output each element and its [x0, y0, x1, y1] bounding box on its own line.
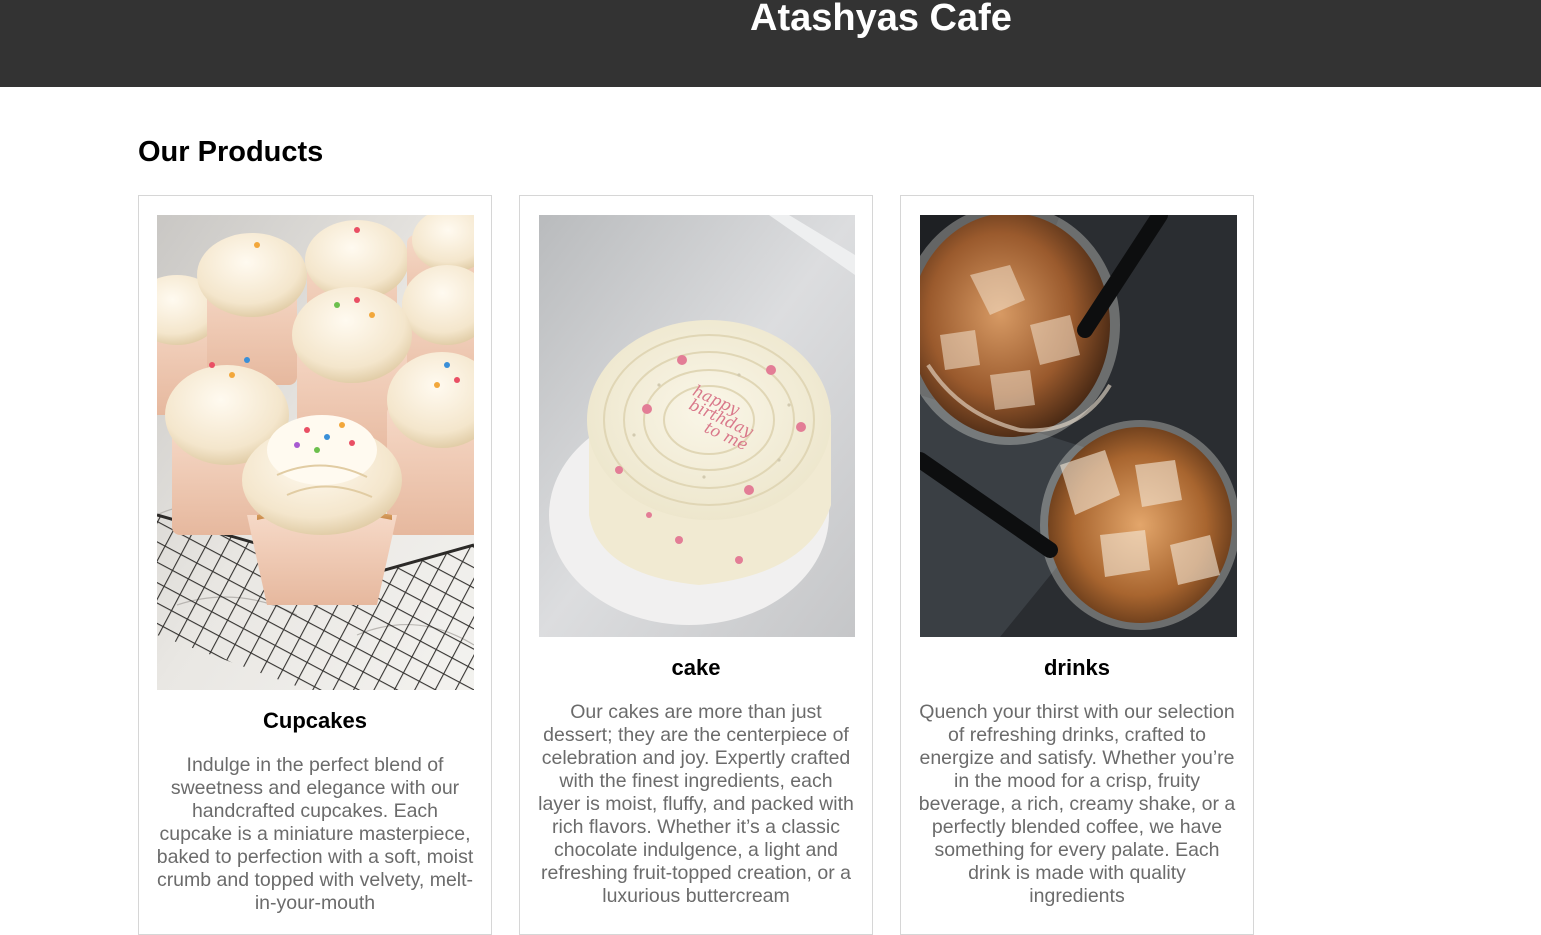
product-name: cake: [671, 655, 721, 680]
drinks-image: [920, 215, 1237, 637]
product-card-cake[interactable]: happy birthday to me cake Our cakes are: [519, 195, 873, 935]
cupcakes-photo-illustration: [157, 215, 474, 690]
product-description: Quench your thirst with our selection of…: [918, 701, 1236, 907]
product-description: Indulge in the perfect blend of sweetnes…: [156, 754, 474, 914]
section-title: Our Products: [138, 136, 324, 168]
product-name: drinks: [1043, 655, 1111, 680]
product-name: Cupcakes: [263, 708, 367, 733]
product-description: Our cakes are more than just dessert; th…: [538, 701, 854, 907]
iced-coffee-photo-illustration: [920, 215, 1237, 637]
product-card-drinks[interactable]: drinks Quench your thirst with our selec…: [900, 195, 1254, 935]
product-card-cupcakes[interactable]: Cupcakes Indulge in the perfect blend of…: [138, 195, 492, 935]
site-title: Atashyas Cafe: [750, 0, 1012, 39]
site-header: Atashyas Cafe: [0, 0, 1541, 87]
cake-image: happy birthday to me: [539, 215, 855, 637]
cupcakes-image: [157, 215, 474, 690]
cake-photo-illustration: happy birthday to me: [539, 215, 855, 637]
